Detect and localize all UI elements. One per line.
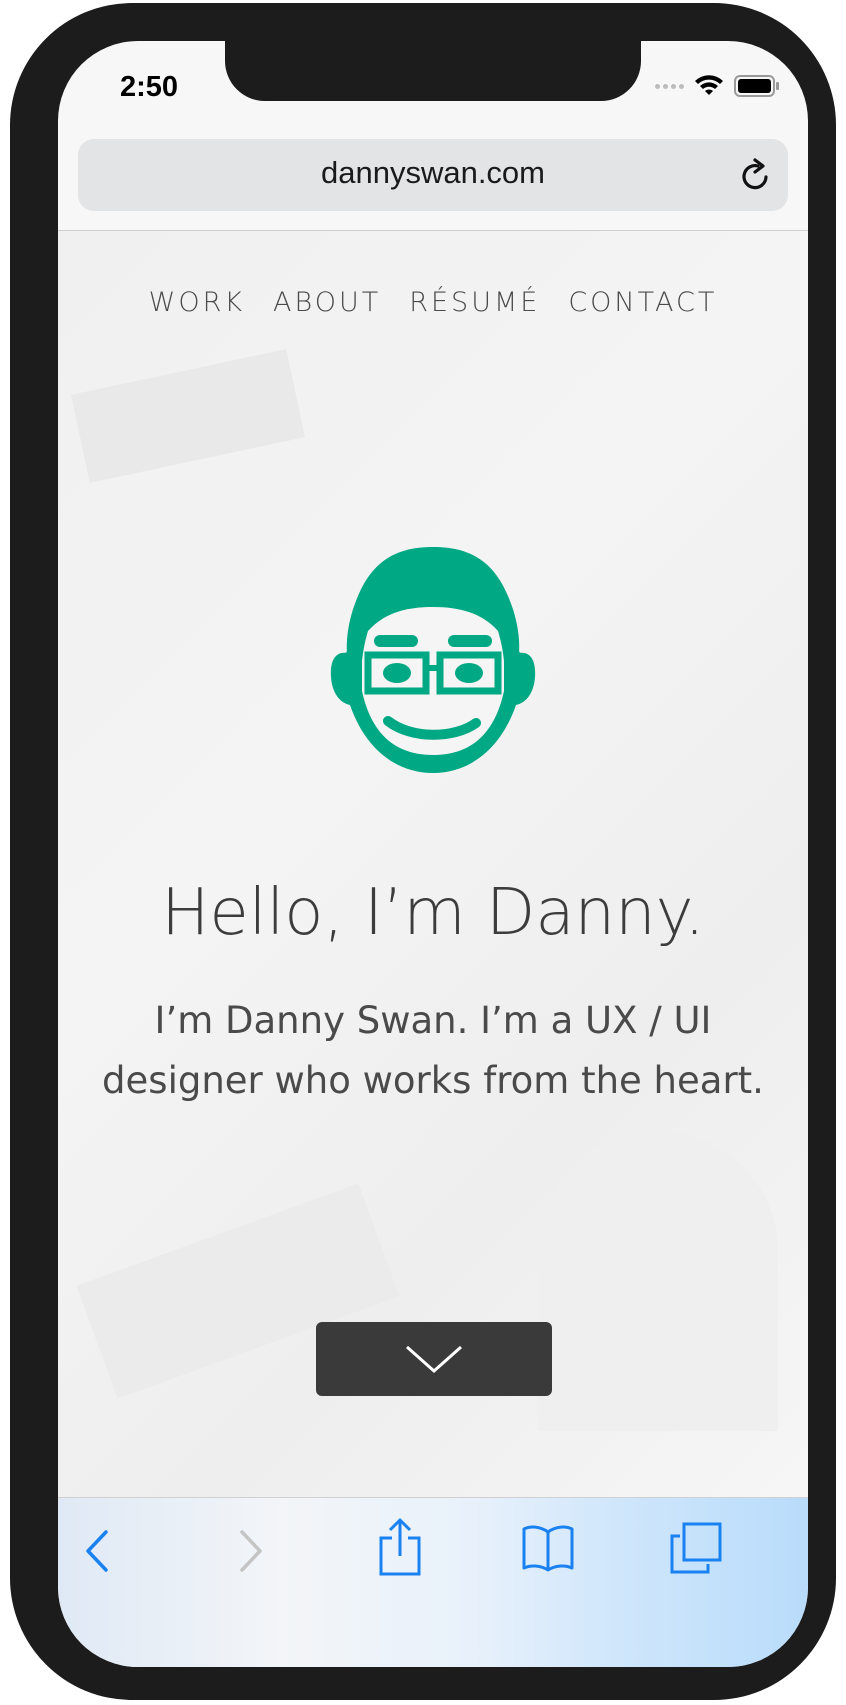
page-content: WORK ABOUT RÉSUMÉ CONTACT Hello, I’m Dan…: [58, 231, 808, 1497]
back-icon[interactable]: [82, 1528, 112, 1574]
address-bar[interactable]: dannyswan.com: [78, 139, 788, 211]
share-icon[interactable]: [378, 1518, 422, 1576]
battery-icon: [734, 75, 779, 97]
status-indicators: [655, 75, 780, 97]
scroll-down-button[interactable]: [316, 1322, 552, 1396]
notch: [225, 41, 641, 101]
wifi-icon: [695, 75, 723, 95]
background-tower: [538, 1131, 778, 1431]
site-nav: WORK ABOUT RÉSUMÉ CONTACT: [58, 287, 808, 318]
screen: 2:50 dannyswan.com WORK ABOUT RÉSUMÉ CON…: [58, 41, 808, 1667]
bookmarks-icon[interactable]: [522, 1524, 574, 1572]
safari-toolbar: [58, 1497, 808, 1667]
reload-icon[interactable]: [738, 155, 774, 195]
hero-title: Hello, I’m Danny.: [161, 876, 705, 950]
mute-switch: [10, 240, 24, 310]
background-building: [71, 349, 305, 483]
volume-up-button: [10, 368, 24, 488]
nav-about[interactable]: ABOUT: [273, 287, 381, 318]
hero-subtitle: I’m Danny Swan. I’m a UX / UI designer w…: [102, 999, 764, 1102]
chevron-down-icon: [406, 1345, 462, 1374]
volume-down-button: [10, 505, 24, 625]
url-text: dannyswan.com: [320, 155, 545, 190]
forward-icon[interactable]: [236, 1528, 266, 1574]
tabs-icon[interactable]: [670, 1522, 722, 1574]
power-button: [822, 367, 836, 569]
nav-contact[interactable]: CONTACT: [568, 287, 717, 318]
nav-resume[interactable]: RÉSUMÉ: [409, 287, 540, 318]
status-time: 2:50: [120, 71, 179, 103]
phone-frame: 2:50 dannyswan.com WORK ABOUT RÉSUMÉ CON…: [10, 3, 836, 1700]
signal-icon: [655, 83, 684, 89]
nav-work[interactable]: WORK: [149, 287, 245, 318]
avatar-logo: [330, 547, 536, 773]
